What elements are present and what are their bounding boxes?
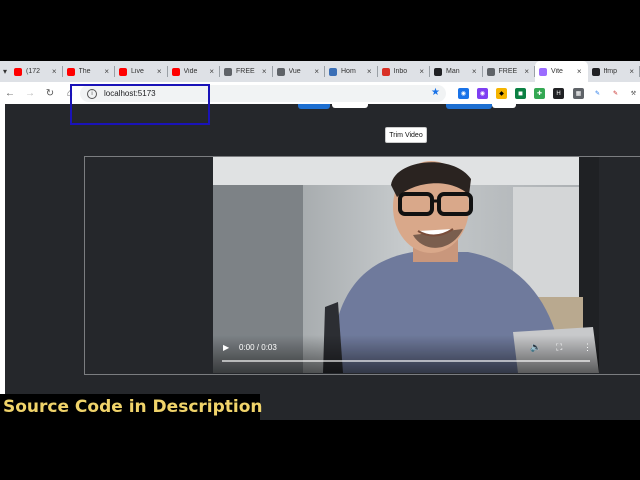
- caption-banner: Source Code in Description: [0, 394, 263, 420]
- more-options-icon[interactable]: ⋮: [583, 342, 592, 353]
- extension-icon-1[interactable]: ◉: [458, 88, 469, 99]
- video-controls: [213, 335, 599, 373]
- tab-title: (172: [26, 68, 41, 75]
- youtube-icon: [14, 67, 22, 76]
- tab-title: Vite: [551, 68, 563, 75]
- extension-icon-9[interactable]: ✎: [610, 88, 621, 99]
- tab-title: Vide: [183, 68, 198, 75]
- letterbox-bottom: [0, 420, 640, 480]
- tab-close-icon[interactable]: ×: [157, 67, 162, 76]
- browser-tab[interactable]: FREE ×: [483, 61, 536, 82]
- browser-tab[interactable]: FREE ×: [220, 61, 273, 82]
- tab-title: Inbo: [393, 68, 408, 75]
- tab-close-icon[interactable]: ×: [524, 67, 529, 76]
- globe-icon: [486, 67, 495, 76]
- tools-icon[interactable]: ⚒: [628, 88, 639, 99]
- youtube-icon: [171, 67, 180, 76]
- browser-tab[interactable]: Man ×: [430, 61, 483, 82]
- tab-title: ffmp: [603, 68, 618, 75]
- tab-close-icon[interactable]: ×: [52, 67, 57, 76]
- browser-tab[interactable]: Vue ×: [273, 61, 326, 82]
- browser-tab[interactable]: Vite ×: [535, 61, 588, 82]
- extension-icon-6[interactable]: H: [553, 88, 564, 99]
- browser-tab[interactable]: ffmp ×: [588, 61, 640, 82]
- globe-icon: [276, 67, 285, 76]
- tab-title: Man: [446, 68, 460, 75]
- browser-tab[interactable]: Vide ×: [168, 61, 221, 82]
- github-icon: [591, 67, 600, 76]
- annotation-highlight-box: [70, 84, 210, 125]
- browser-tab[interactable]: Live ×: [115, 61, 168, 82]
- browser-tab[interactable]: (172 ×: [10, 61, 63, 82]
- fullscreen-icon[interactable]: ⛶: [556, 342, 562, 353]
- tab-close-icon[interactable]: ×: [419, 67, 424, 76]
- trim-video-button[interactable]: Trim Video: [385, 127, 427, 143]
- letterbox-top: [0, 0, 640, 61]
- play-icon[interactable]: ▶: [223, 343, 229, 352]
- bookmark-star-icon[interactable]: ★: [431, 87, 440, 98]
- tab-title: FREE: [498, 68, 518, 75]
- globe-icon: [224, 67, 232, 76]
- volume-icon[interactable]: 🔈: [530, 342, 541, 353]
- tab-close-icon[interactable]: ×: [629, 67, 634, 76]
- tab-title: The: [78, 68, 91, 75]
- tab-indicator: [492, 104, 516, 108]
- youtube-icon: [66, 67, 75, 76]
- video-progress-bar[interactable]: [222, 360, 590, 362]
- vite-icon: [539, 67, 547, 76]
- tab-search-chevron-icon[interactable]: ▾: [0, 61, 10, 82]
- app-icon: [329, 67, 337, 76]
- tab-indicator: [298, 104, 330, 109]
- tab-title: Live: [131, 68, 144, 75]
- tab-close-icon[interactable]: ×: [262, 67, 267, 76]
- tab-close-icon[interactable]: ×: [209, 67, 214, 76]
- extension-icon-8[interactable]: ✎: [592, 88, 603, 99]
- tab-indicator: [446, 104, 492, 109]
- tab-close-icon[interactable]: ×: [367, 67, 372, 76]
- forward-icon[interactable]: →: [20, 82, 40, 104]
- app-icon: [434, 67, 442, 76]
- tab-close-icon[interactable]: ×: [577, 67, 582, 76]
- tab-strip: ▾ (172 × The × Live × Vide × FREE × Vue × Hom × Inbo × M…: [0, 61, 640, 82]
- tab-indicator: [332, 104, 368, 108]
- page-edge: [0, 104, 5, 394]
- video-frame: ▾ (172 × The × Live × Vide × FREE × Vue × Hom × Inbo × M…: [0, 0, 640, 480]
- video-time: 0:00 / 0:03: [239, 343, 277, 352]
- tab-close-icon[interactable]: ×: [472, 67, 477, 76]
- browser-tab[interactable]: The ×: [63, 61, 116, 82]
- gmail-icon: [381, 67, 390, 76]
- browser-tab[interactable]: Hom ×: [325, 61, 378, 82]
- extension-icon-2[interactable]: ◉: [477, 88, 488, 99]
- extension-icon-5[interactable]: ✚: [534, 88, 545, 99]
- tab-title: Hom: [341, 68, 356, 75]
- youtube-icon: [119, 67, 127, 76]
- tab-title: Vue: [288, 68, 301, 75]
- extension-icon-3[interactable]: ◆: [496, 88, 507, 99]
- extension-icon-4[interactable]: ◼: [515, 88, 526, 99]
- tab-title: FREE: [236, 68, 255, 75]
- tab-close-icon[interactable]: ×: [104, 67, 109, 76]
- browser-tab[interactable]: Inbo ×: [378, 61, 431, 82]
- extension-icon-7[interactable]: ▦: [573, 88, 584, 99]
- back-icon[interactable]: ←: [0, 82, 20, 104]
- reload-icon[interactable]: ↻: [40, 82, 60, 104]
- caption-text: Source Code in Description: [3, 397, 263, 417]
- tab-close-icon[interactable]: ×: [314, 67, 319, 76]
